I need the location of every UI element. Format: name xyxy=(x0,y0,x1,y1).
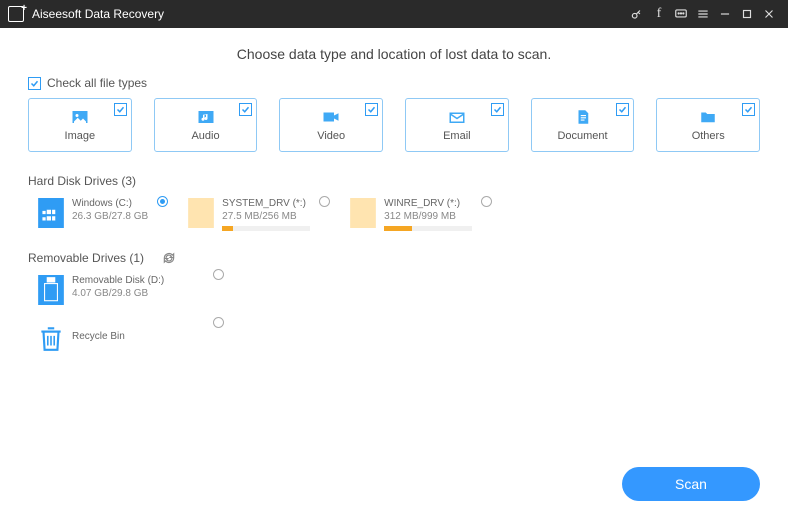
main-content: Choose data type and location of lost da… xyxy=(0,28,788,353)
drive-size: 26.3 GB/27.8 GB xyxy=(72,211,148,222)
type-card-video[interactable]: Video xyxy=(279,98,383,152)
drive-size: 4.07 GB/29.8 GB xyxy=(72,288,164,299)
drive-radio[interactable] xyxy=(213,317,224,328)
removable-title-text: Removable Drives (1) xyxy=(28,251,144,265)
volume-icon xyxy=(350,198,376,228)
type-label: Audio xyxy=(191,130,219,142)
file-type-row: Image Audio Video Email Document Others xyxy=(28,98,760,152)
drive-radio[interactable] xyxy=(157,196,168,207)
volume-icon xyxy=(188,198,214,228)
image-icon xyxy=(70,108,90,126)
key-icon[interactable] xyxy=(626,3,648,25)
type-label: Image xyxy=(65,130,96,142)
recycle-bin-item[interactable]: Recycle Bin xyxy=(38,323,238,353)
usb-drive-icon xyxy=(38,275,64,305)
type-checkbox[interactable] xyxy=(239,103,252,116)
type-card-image[interactable]: Image xyxy=(28,98,132,152)
type-label: Others xyxy=(692,130,725,142)
app-title: Aiseesoft Data Recovery xyxy=(32,7,626,21)
drive-radio[interactable] xyxy=(319,196,330,207)
type-checkbox[interactable] xyxy=(114,103,127,116)
type-label: Video xyxy=(317,130,345,142)
drive-name: Windows (C:) xyxy=(72,198,148,209)
feedback-icon[interactable] xyxy=(670,3,692,25)
folder-icon xyxy=(698,108,718,126)
check-all-label: Check all file types xyxy=(47,76,147,90)
type-label: Email xyxy=(443,130,471,142)
hdd-section-title: Hard Disk Drives (3) xyxy=(28,174,760,188)
drive-size: 312 MB/999 MB xyxy=(384,211,472,222)
scan-button[interactable]: Scan xyxy=(622,467,760,501)
recycle-bin-icon xyxy=(38,323,64,353)
drive-size: 27.5 MB/256 MB xyxy=(222,211,310,222)
check-all-checkbox[interactable] xyxy=(28,77,41,90)
recycle-bin-label: Recycle Bin xyxy=(72,331,125,342)
app-logo-icon xyxy=(8,6,24,22)
drive-name: Removable Disk (D:) xyxy=(72,275,164,286)
drive-winre-drv[interactable]: WINRE_DRV (*:) 312 MB/999 MB xyxy=(350,198,472,231)
titlebar: Aiseesoft Data Recovery f xyxy=(0,0,788,28)
email-icon xyxy=(447,108,467,126)
drive-name: WINRE_DRV (*:) xyxy=(384,198,472,209)
drive-removable-d[interactable]: Removable Disk (D:) 4.07 GB/29.8 GB xyxy=(38,275,238,305)
close-button[interactable] xyxy=(758,3,780,25)
drive-name: SYSTEM_DRV (*:) xyxy=(222,198,310,209)
usage-bar xyxy=(222,226,310,231)
type-checkbox[interactable] xyxy=(742,103,755,116)
video-icon xyxy=(321,108,341,126)
type-checkbox[interactable] xyxy=(365,103,378,116)
drive-system-drv[interactable]: SYSTEM_DRV (*:) 27.5 MB/256 MB xyxy=(188,198,310,231)
windows-drive-icon xyxy=(38,198,64,228)
type-checkbox[interactable] xyxy=(616,103,629,116)
menu-icon[interactable] xyxy=(692,3,714,25)
type-label: Document xyxy=(557,130,607,142)
facebook-icon[interactable]: f xyxy=(648,3,670,25)
type-card-email[interactable]: Email xyxy=(405,98,509,152)
type-card-audio[interactable]: Audio xyxy=(154,98,258,152)
check-all-row[interactable]: Check all file types xyxy=(28,76,760,90)
type-checkbox[interactable] xyxy=(491,103,504,116)
drive-windows-c[interactable]: Windows (C:) 26.3 GB/27.8 GB xyxy=(38,198,148,231)
usage-bar xyxy=(384,226,472,231)
page-heading: Choose data type and location of lost da… xyxy=(28,46,760,62)
audio-icon xyxy=(196,108,216,126)
maximize-button[interactable] xyxy=(736,3,758,25)
drive-radio[interactable] xyxy=(213,269,224,280)
type-card-others[interactable]: Others xyxy=(656,98,760,152)
minimize-button[interactable] xyxy=(714,3,736,25)
removable-section-title: Removable Drives (1) xyxy=(28,251,760,265)
document-icon xyxy=(573,108,593,126)
hdd-list: Windows (C:) 26.3 GB/27.8 GB SYSTEM_DRV … xyxy=(28,198,760,231)
drive-radio[interactable] xyxy=(481,196,492,207)
type-card-document[interactable]: Document xyxy=(531,98,635,152)
refresh-icon[interactable] xyxy=(162,251,176,265)
